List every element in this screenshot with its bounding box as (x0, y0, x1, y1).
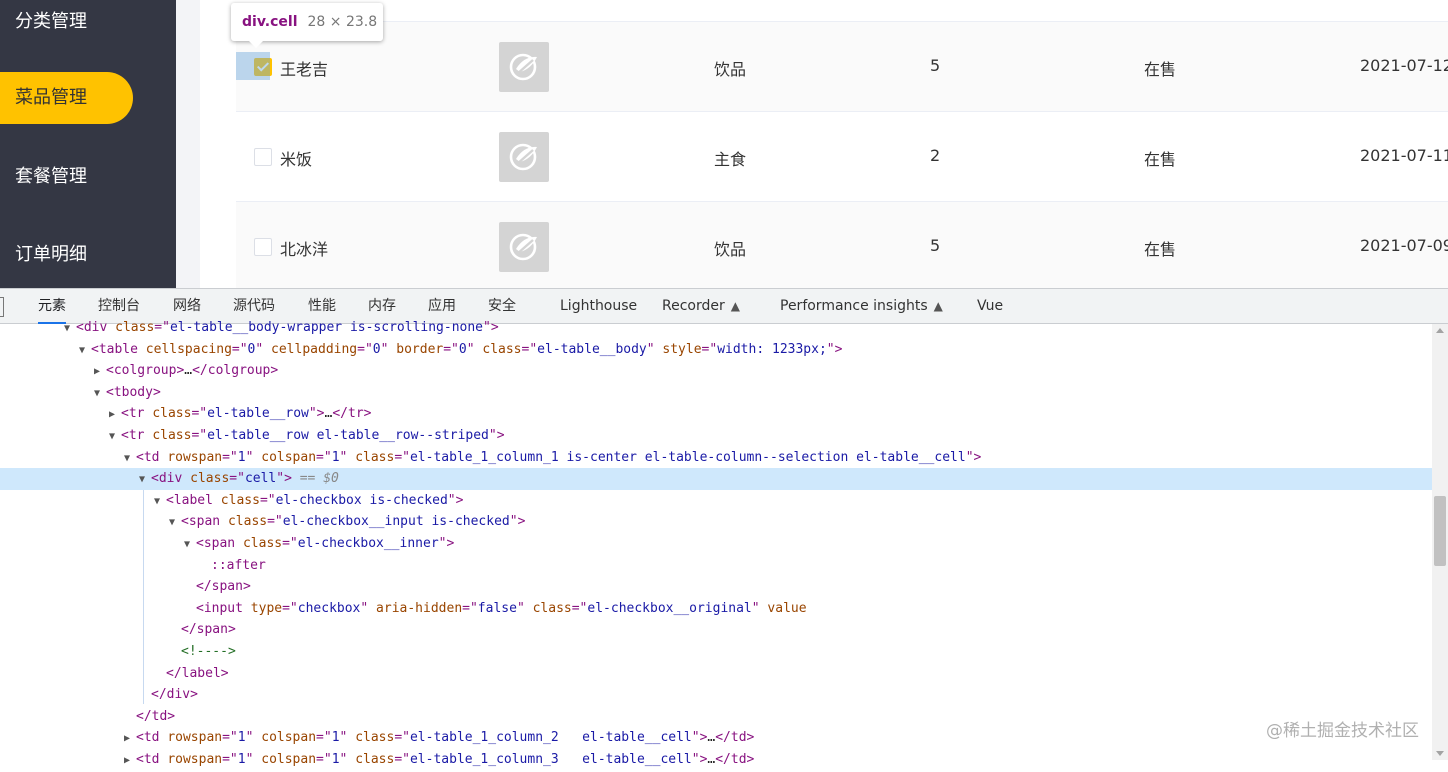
dish-table: 王老吉 饮品 5 在售 2021-07-12 米饭 主食 2 在售 2021-0… (200, 0, 1448, 288)
table-row (236, 0, 1448, 22)
sidebar-item-setmeal[interactable]: 套餐管理 (0, 151, 176, 203)
dish-category: 饮品 (714, 240, 747, 259)
tooltip-dims: 28 × 23.8 (307, 14, 378, 30)
dom-node[interactable]: ▶ <tr class="el-table__row">…</tr> (0, 403, 1432, 425)
expand-triangle-icon[interactable]: ▼ (64, 318, 76, 340)
dish-name: 王老吉 (280, 60, 329, 79)
dom-node-selected[interactable]: ▼ <div class="cell"> == $0 (0, 468, 1432, 490)
dish-image (499, 42, 549, 92)
expand-triangle-icon[interactable]: ▶ (94, 361, 106, 383)
dom-node[interactable]: ▼ <td rowspan="1" colspan="1" class="el-t… (0, 447, 1432, 469)
inspect-tooltip: div.cell 28 × 23.8 (231, 3, 383, 48)
dish-category: 主食 (714, 150, 747, 169)
dom-node[interactable]: ::after (0, 555, 1432, 577)
dish-date: 2021-07-09 (1360, 236, 1448, 255)
expand-triangle-icon[interactable]: ▶ (124, 728, 136, 750)
dom-node[interactable]: </span> (0, 576, 1432, 598)
table-row: 米饭 主食 2 在售 2021-07-11 (236, 112, 1448, 202)
elements-tree: ▼ <div class="el-table__body-wrapper is-s… (0, 320, 1432, 767)
dom-node[interactable]: </td> (0, 706, 1432, 728)
table-row: 王老吉 饮品 5 在售 2021-07-12 (236, 22, 1448, 112)
dom-node[interactable]: ▶ <td rowspan="1" colspan="1" class="el-t… (0, 727, 1432, 749)
dom-node[interactable]: ▶ <td rowspan="1" colspan="1" class="el-t… (0, 749, 1432, 771)
dom-node[interactable]: ▼ <label class="el-checkbox is-checked"> (0, 490, 1432, 512)
dish-status: 在售 (1144, 240, 1177, 259)
dish-name: 北冰洋 (280, 240, 329, 259)
dish-status: 在售 (1144, 60, 1177, 79)
dish-status: 在售 (1144, 150, 1177, 169)
indent-guide (143, 490, 144, 704)
vertical-scrollbar[interactable] (1432, 324, 1448, 760)
sidebar-item-orders[interactable]: 订单明细 (0, 229, 176, 281)
inspect-highlight (236, 52, 270, 80)
tab-performance-insights-label: Performance insights (780, 298, 928, 314)
watermark: @稀土掘金技术社区 (1266, 721, 1419, 741)
dish-date: 2021-07-12 (1360, 56, 1448, 75)
tab-recorder-label: Recorder (662, 298, 725, 314)
dom-node[interactable]: </label> (0, 663, 1432, 685)
scroll-down-arrow-icon[interactable] (1436, 751, 1444, 756)
panel-toggle[interactable] (0, 297, 4, 317)
dom-node[interactable]: ▶ <colgroup>…</colgroup> (0, 360, 1432, 382)
sidebar-item-category[interactable]: 分类管理 (0, 0, 176, 48)
dom-node[interactable]: ▼ <table cellspacing="0" cellpadding="0" … (0, 339, 1432, 361)
devtools-panel: 元素 控制台 网络 源代码 性能 内存 应用 安全 Lighthouse Rec… (0, 288, 1448, 767)
sidebar-item-dish[interactable]: 菜品管理 (0, 72, 133, 124)
dom-node[interactable]: ▼ <span class="el-checkbox__inner"> (0, 533, 1432, 555)
image-placeholder-icon (509, 143, 537, 171)
expand-triangle-icon[interactable]: ▼ (109, 426, 121, 448)
scroll-thumb[interactable] (1434, 496, 1446, 566)
row-checkbox[interactable] (254, 238, 272, 256)
dish-name: 米饭 (280, 150, 313, 169)
dom-node[interactable]: ▼ <div class="el-table__body-wrapper is-s… (0, 317, 1432, 339)
image-placeholder-icon (509, 53, 537, 81)
expand-triangle-icon[interactable]: ▶ (109, 404, 121, 426)
dom-node[interactable]: ▼ <span class="el-checkbox__input is-chec… (0, 511, 1432, 533)
expand-triangle-icon[interactable]: ▶ (124, 750, 136, 772)
dom-node[interactable]: <!----> (0, 641, 1432, 663)
table-row: 北冰洋 饮品 5 在售 2021-07-09 (236, 202, 1448, 288)
expand-triangle-icon[interactable]: ▼ (139, 469, 151, 491)
expand-triangle-icon[interactable]: ▼ (124, 448, 136, 470)
dish-price: 5 (930, 56, 941, 75)
dish-price: 2 (930, 146, 941, 165)
expand-triangle-icon[interactable]: ▼ (154, 491, 166, 513)
tooltip-tag: div.cell (242, 14, 298, 30)
dom-node[interactable]: <input type="checkbox" aria-hidden="fals… (0, 598, 1432, 620)
dish-date: 2021-07-11 (1360, 146, 1448, 165)
sidebar: 分类管理 菜品管理 套餐管理 订单明细 (0, 0, 176, 288)
dish-image (499, 222, 549, 272)
image-placeholder-icon (509, 233, 537, 261)
row-checkbox[interactable] (254, 148, 272, 166)
expand-triangle-icon[interactable]: ▼ (184, 534, 196, 556)
app-viewport: 分类管理 菜品管理 套餐管理 订单明细 王老吉 饮品 5 在售 2021-07-… (0, 0, 1448, 288)
dom-node[interactable]: ▼ <tbody> (0, 382, 1432, 404)
dish-image (499, 132, 549, 182)
dish-category: 饮品 (714, 60, 747, 79)
scroll-up-arrow-icon[interactable] (1436, 328, 1444, 333)
dom-node[interactable]: ▼ <tr class="el-table__row el-table__row-… (0, 425, 1432, 447)
dom-node[interactable]: </span> (0, 619, 1432, 641)
expand-triangle-icon[interactable]: ▼ (94, 383, 106, 405)
dom-node[interactable]: </div> (0, 684, 1432, 706)
expand-triangle-icon[interactable]: ▼ (79, 340, 91, 362)
dish-price: 5 (930, 236, 941, 255)
expand-triangle-icon[interactable]: ▼ (169, 512, 181, 534)
